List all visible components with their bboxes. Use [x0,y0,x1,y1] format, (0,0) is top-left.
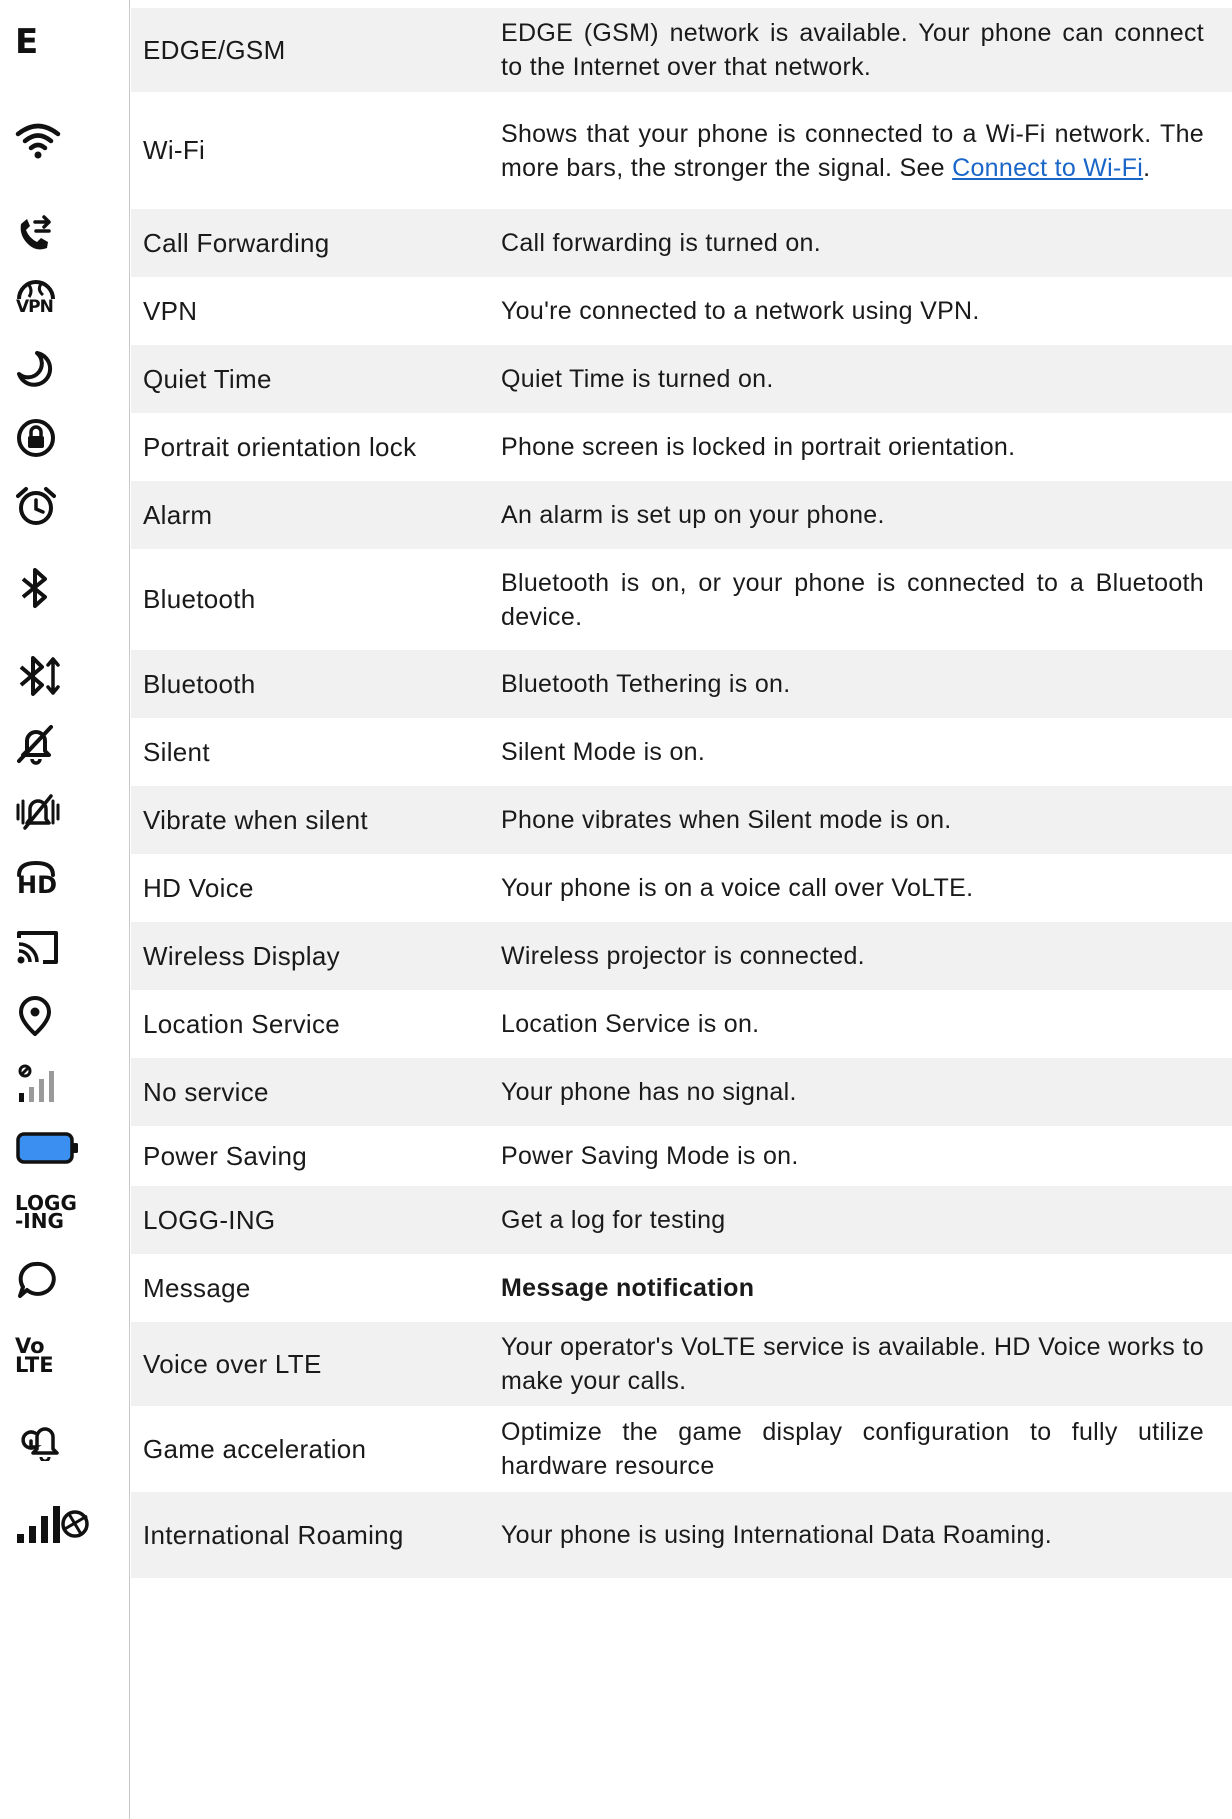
icon-name: Power Saving [143,1140,308,1171]
table-row: Bluetooth Bluetooth Tethering is on. [131,650,1232,718]
icon-name: EDGE/GSM [143,34,286,65]
table-row: Voice over LTE Your operator's VoLTE ser… [131,1322,1232,1406]
icon-description: Phone vibrates when Silent mode is on. [501,806,952,834]
table-row: Game acceleration Optimize the game disp… [131,1406,1232,1492]
icon-name: Quiet Time [143,363,272,394]
call-forwarding-icon [15,212,93,256]
roaming-signal-icon [15,1502,93,1546]
icon-description: An alarm is set up on your phone. [501,501,885,529]
table-row: Quiet Time Quiet Time is turned on. [131,345,1232,413]
icon-name: Game acceleration [143,1433,367,1464]
icon-description: Bluetooth Tethering is on. [501,670,791,698]
icon-description: Wireless projector is connected. [501,942,865,970]
icon-name: Vibrate when silent [143,804,368,835]
orientation-lock-icon [15,416,93,460]
icon-name: Message [143,1272,251,1303]
icon-description: Quiet Time is turned on. [501,365,774,393]
icon-description: Your phone has no signal. [501,1078,797,1106]
table-row: Call Forwarding Call forwarding is turne… [131,209,1232,277]
icon-name: Portrait orientation lock [143,431,417,462]
icon-name: Location Service [143,1008,341,1039]
game-acceleration-icon [15,1418,93,1462]
icon-description: Message notification [501,1274,755,1302]
table-row: International Roaming Your phone is usin… [131,1492,1232,1578]
no-signal-icon [15,1062,93,1106]
table-row: Location Service Location Service is on. [131,990,1232,1058]
icon-column: E VPN HD LOGG -ING Vo LTE [0,0,130,1819]
wifi-icon [15,118,93,162]
icon-name: No service [143,1076,269,1107]
icon-name: LOGG-ING [143,1204,276,1235]
icon-name: Wireless Display [143,940,340,971]
volte-icon: Vo LTE [15,1334,54,1377]
alarm-clock-icon [15,484,93,528]
table-row: LOGG-ING Get a log for testing [131,1186,1232,1254]
icon-description: Location Service is on. [501,1010,760,1038]
cast-icon [15,926,93,970]
icon-name: HD Voice [143,872,254,903]
bluetooth-tethering-icon [15,654,93,698]
table-row: Power Saving Power Saving Mode is on. [131,1126,1232,1186]
icon-description: Silent Mode is on. [501,738,706,766]
icon-description: Get a log for testing [501,1206,726,1234]
status-icons-table: EDGE/GSM EDGE (GSM) network is available… [131,8,1232,1578]
table-row: Bluetooth Bluetooth is on, or your phone… [131,549,1232,650]
icon-name: VPN [143,295,198,326]
battery-icon [15,1126,93,1170]
description-text-after: . [1143,153,1151,182]
vibrate-bell-off-icon [15,790,93,834]
icon-name: Silent [143,736,210,767]
icon-description: You're connected to a network using VPN. [501,297,980,325]
table-row: HD Voice Your phone is on a voice call o… [131,854,1232,922]
message-bubble-icon [15,1258,93,1302]
table-row: Portrait orientation lock Phone screen i… [131,413,1232,481]
icon-description: Call forwarding is turned on. [501,229,821,257]
table-row: Message Message notification [131,1254,1232,1322]
moon-icon [15,348,93,392]
icon-description: Your phone is on a voice call over VoLTE… [501,874,974,902]
icon-name: Voice over LTE [143,1348,322,1379]
icon-description: Power Saving Mode is on. [501,1142,799,1170]
bell-off-icon [15,722,93,766]
connect-to-wifi-link[interactable]: Connect to Wi-Fi [952,154,1143,182]
bluetooth-icon [15,566,93,610]
icon-name: Wi-Fi [143,135,206,165]
table-row: Wireless Display Wireless projector is c… [131,922,1232,990]
icon-description: Your operator's VoLTE service is availab… [501,1333,1204,1395]
location-pin-icon [15,994,93,1038]
logging-icon: LOGG -ING [15,1190,77,1233]
table-row: Vibrate when silent Phone vibrates when … [131,786,1232,854]
edge-icon: E [15,21,39,62]
icon-name: Call Forwarding [143,227,330,258]
icon-name: Bluetooth [143,668,256,699]
table-row: No service Your phone has no signal. [131,1058,1232,1126]
icon-description: Phone screen is locked in portrait orien… [501,433,1016,461]
icon-name: International Roaming [143,1519,404,1550]
table-row: VPN You're connected to a network using … [131,277,1232,345]
table-row: Silent Silent Mode is on. [131,718,1232,786]
icon-description: EDGE (GSM) network is available. Your ph… [501,19,1204,81]
table-row: Alarm An alarm is set up on your phone. [131,481,1232,549]
icon-description: Your phone is using International Data R… [501,1521,1053,1549]
vpn-icon: VPN [15,276,93,320]
icon-name: Alarm [143,499,213,530]
icon-description: Optimize the game display configuration … [501,1418,1204,1480]
hd-voice-icon: HD [15,858,93,902]
icon-description: Shows that your phone is connected to a … [493,117,1222,185]
table-row: EDGE/GSM EDGE (GSM) network is available… [131,8,1232,92]
icon-name: Bluetooth [143,584,256,614]
table-row: Wi-Fi Shows that your phone is connected… [131,92,1232,209]
icon-description: Bluetooth is on, or your phone is connec… [501,568,1204,631]
